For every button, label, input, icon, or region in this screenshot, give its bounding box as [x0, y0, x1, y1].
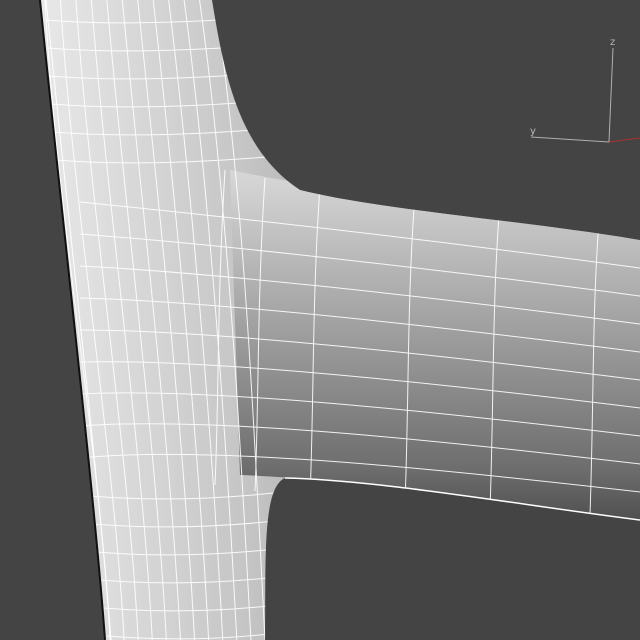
z-axis-label: z [610, 37, 615, 48]
mesh-object[interactable] [39, 0, 640, 640]
y-axis-label: y [530, 126, 536, 137]
y-axis [530, 136, 610, 143]
axis-gizmo: z y [530, 37, 640, 143]
viewport-canvas[interactable]: z y [0, 0, 640, 640]
x-axis [608, 137, 640, 143]
3d-viewport[interactable]: z y [0, 0, 640, 640]
z-axis [608, 47, 614, 143]
